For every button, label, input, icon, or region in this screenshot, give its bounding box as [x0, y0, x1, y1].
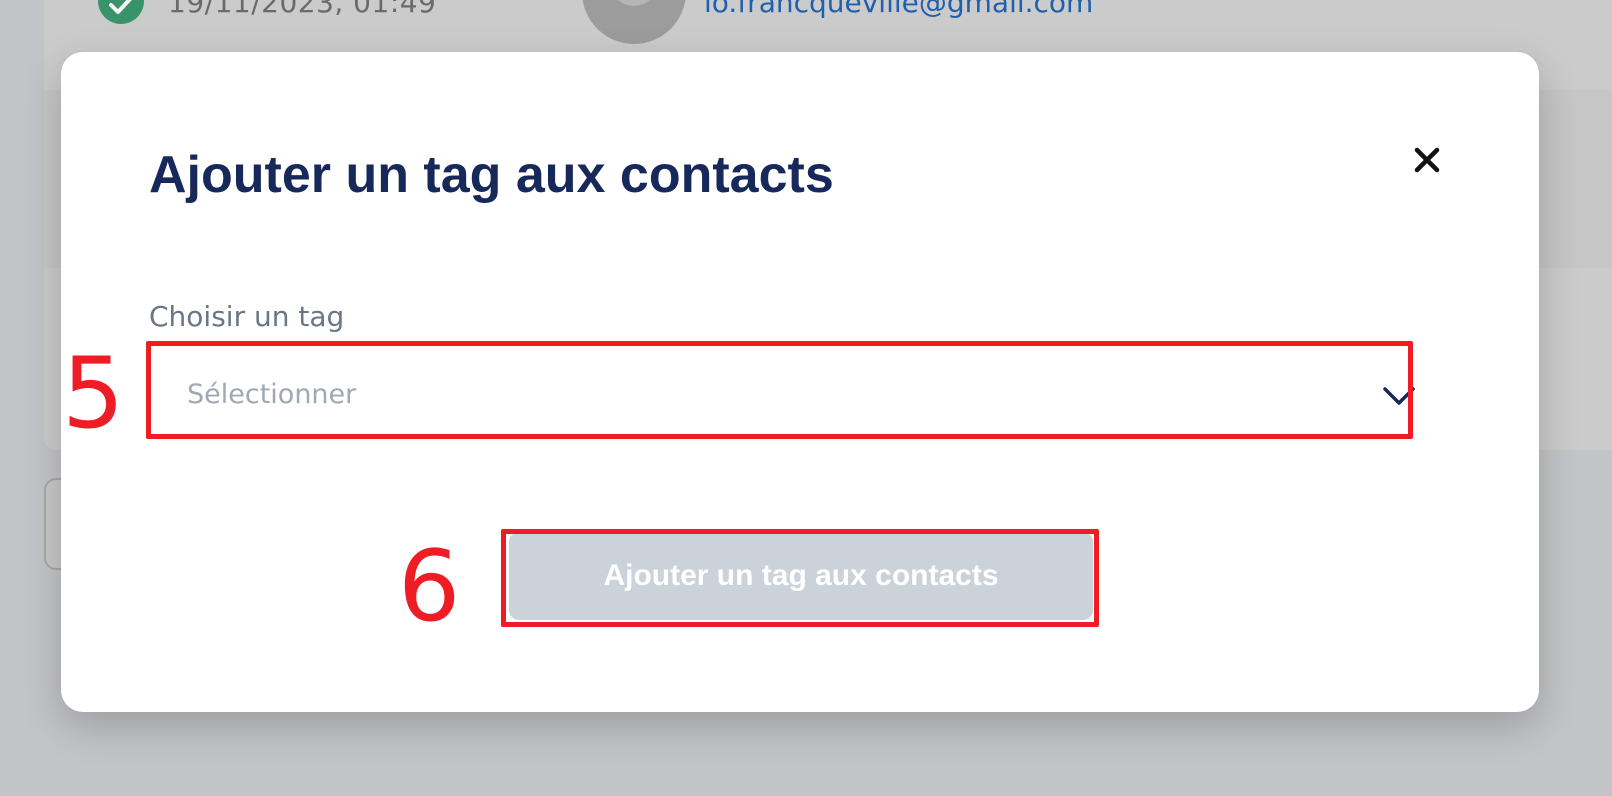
- annotation-number-6: 6: [398, 530, 461, 644]
- close-icon: [1414, 147, 1440, 173]
- tag-field-label: Choisir un tag: [149, 300, 345, 333]
- contact-email-link: lo.francqueville@gmail.com: [704, 0, 1094, 19]
- modal-title: Ajouter un tag aux contacts: [149, 146, 834, 204]
- user-avatar-icon: [582, 0, 686, 44]
- annotation-number-5: 5: [62, 337, 125, 451]
- close-button[interactable]: [1407, 140, 1447, 180]
- check-circle-icon: [98, 0, 144, 24]
- background-contact-row: 19/11/2023, 01:49 lo.francqueville@gmail…: [0, 0, 1612, 50]
- contact-date: 19/11/2023, 01:49: [168, 0, 437, 19]
- annotation-box-button: [501, 529, 1099, 627]
- annotation-box-select: [146, 341, 1413, 439]
